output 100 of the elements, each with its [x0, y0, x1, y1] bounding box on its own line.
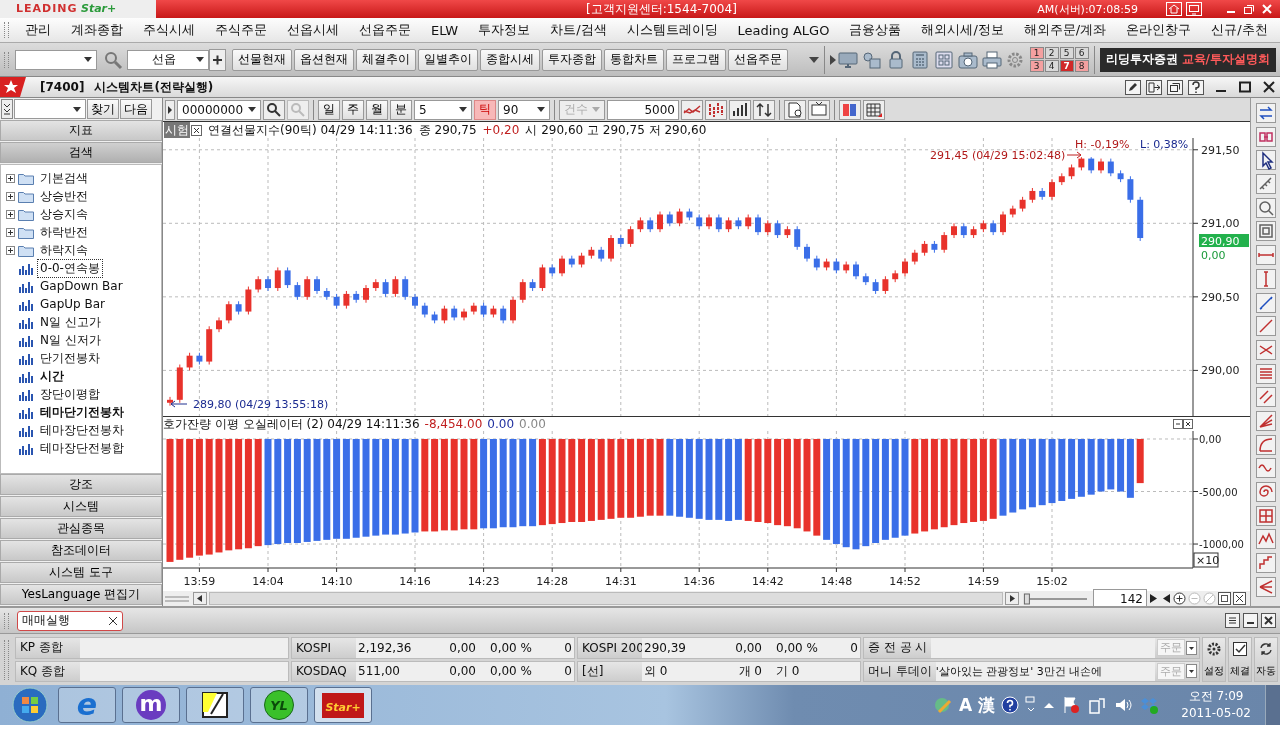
screen-button[interactable]: 프로그램 [666, 48, 726, 71]
tree-item[interactable]: GapDown Bar [37, 278, 126, 294]
screen-button[interactable]: 통합차트 [604, 48, 664, 71]
section-header[interactable]: 참조데이터 [0, 540, 162, 561]
screen-button[interactable]: 종합시세 [480, 48, 540, 71]
menu-item[interactable]: 관리 [15, 21, 61, 39]
tick-combo[interactable]: 90 [498, 99, 550, 120]
clock-time[interactable]: 오전 7:09 [1188, 688, 1244, 705]
promo-banner[interactable]: 리딩투자증권 교육/투자설명회 [1099, 47, 1276, 72]
time-label: 14:52 [889, 575, 921, 588]
clock-date[interactable]: 2011-05-02 [1181, 705, 1251, 722]
screen-button[interactable]: 체결추이 [356, 48, 416, 71]
tree-item[interactable]: 시간 [37, 366, 67, 386]
tree-item[interactable]: 테마장단전봉합 [37, 438, 127, 458]
tree-item[interactable]: 테마장단전봉차 [37, 420, 127, 440]
screen-number: [7400] [40, 80, 85, 94]
menu-item[interactable]: 투자정보 [468, 21, 541, 39]
section-header[interactable]: 관심종목 [0, 518, 162, 539]
section-header[interactable]: YesLanguage 편집기 [0, 584, 162, 605]
tab[interactable]: 매매실행 [17, 610, 123, 631]
period-button[interactable]: 분 [390, 99, 412, 120]
tree-item[interactable]: 상승반전 [37, 186, 91, 206]
banner-text: 리딩투자증권 [1105, 51, 1178, 68]
menu-item[interactable]: 해외주문/계좌 [1013, 21, 1117, 39]
side-button[interactable]: 자동 [1254, 637, 1278, 682]
ime-indicator[interactable]: 漢 [978, 693, 996, 717]
screen-button[interactable]: 선물현재 [232, 48, 292, 71]
section-header[interactable]: 지표 [0, 120, 162, 141]
layout-key[interactable]: 3 [1029, 60, 1044, 72]
menu-item[interactable]: 선옵주문 [349, 21, 421, 39]
menu-item[interactable]: 주식주문 [205, 21, 277, 39]
layout-key[interactable]: 7 [1059, 60, 1074, 72]
side-button[interactable]: 체결 [1228, 637, 1252, 682]
layout-key[interactable]: 4 [1044, 60, 1059, 72]
layout-key[interactable]: 8 [1074, 60, 1089, 72]
minute-combo[interactable]: 5 [414, 99, 472, 120]
tree-item[interactable]: 하락반전 [37, 222, 91, 242]
period-button[interactable]: 일 [318, 99, 340, 120]
menu-item[interactable]: 온라인창구 [1116, 21, 1202, 39]
time-label: 14:31 [604, 575, 637, 588]
section-header[interactable]: 강조 [0, 474, 162, 495]
menu-item[interactable]: ELW [421, 22, 469, 38]
market-combo[interactable]: 선옵 [127, 49, 209, 70]
menu-item[interactable]: 해외시세/정보 [911, 21, 1014, 39]
tree-item[interactable]: 상승지속 [37, 204, 91, 224]
menu-item[interactable]: 차트/검색 [540, 21, 617, 39]
screen-button[interactable]: 선옵주문 [728, 48, 788, 71]
find-button[interactable]: 찾기 [87, 99, 119, 119]
tree-item[interactable]: N일 신고가 [37, 312, 104, 332]
tick-button[interactable]: 틱 [474, 99, 496, 120]
section-header[interactable]: 검색 [0, 142, 162, 163]
tree-item[interactable]: 테마단기전봉차 [37, 402, 127, 422]
menu-item[interactable]: Leading ALGO [727, 22, 840, 38]
index-name: KQ 종합 [19, 662, 67, 680]
layout-key[interactable]: 5 [1059, 47, 1074, 59]
section-header[interactable]: 시스템 도구 [0, 562, 162, 583]
layout-key[interactable]: 1 [1029, 47, 1044, 59]
period-button[interactable]: 월 [366, 99, 388, 120]
section-header[interactable]: 시스템 [0, 496, 162, 517]
bar-count-field[interactable]: 142 [1093, 588, 1147, 609]
tree-item[interactable]: N일 신저가 [37, 330, 104, 350]
layout-key[interactable]: 6 [1074, 47, 1089, 59]
menu-item[interactable]: 시스템트레이딩 [616, 21, 728, 39]
tree-item[interactable]: GapUp Bar [37, 296, 108, 312]
code-combo[interactable]: 00000000 [177, 99, 261, 120]
menu-item[interactable]: 금융상품 [839, 21, 912, 39]
taskbar-button[interactable]: Star+ [314, 687, 372, 723]
legend-text: 호가잔량 이평 오실레이터 (2) 04/29 14:11:36 [163, 415, 420, 433]
taskbar-button[interactable]: YL [250, 687, 308, 723]
count-field[interactable]: 5000 [607, 99, 679, 120]
menu-item[interactable]: 계좌종합 [61, 21, 133, 39]
index-value: 0,00 % [775, 640, 819, 655]
high-percent: H: -0,19% [1075, 138, 1130, 151]
support-center-text: [고객지원센터:1544-7004] [586, 0, 737, 18]
ime-indicator[interactable]: A [959, 695, 973, 715]
news-headline[interactable]: '살아있는 관광정보' 3만건 내손에 [935, 663, 1103, 679]
period-button[interactable]: 주 [342, 99, 364, 120]
legend-text: 0.00 [487, 417, 515, 431]
taskbar-button[interactable]: m [122, 687, 180, 723]
screen-button[interactable]: 투자종합 [542, 48, 602, 71]
menu-item[interactable]: 주식시세 [133, 21, 205, 39]
time-label: 14:42 [751, 575, 784, 588]
layout-key[interactable]: 2 [1044, 47, 1059, 59]
banner-link[interactable]: 교육/투자설명회 [1181, 51, 1270, 68]
menu-item[interactable]: 신규/추천 [1201, 21, 1278, 39]
tree-item[interactable]: 0-0-연속봉 [37, 258, 103, 278]
side-button[interactable]: 설정 [1202, 637, 1226, 682]
tree-item[interactable]: 장단이평합 [37, 384, 103, 404]
screen-button[interactable]: 일별추이 [418, 48, 478, 71]
tree-item[interactable]: 단기전봉차 [37, 348, 103, 368]
tree-item[interactable]: 하락지속 [37, 240, 91, 260]
scale-label: ×10 [1193, 552, 1220, 568]
legend-text: 종 290,75 [418, 121, 477, 139]
tree-item[interactable]: 기본검색 [37, 168, 91, 188]
next-button[interactable]: 다음 [120, 99, 152, 119]
screen-button[interactable]: 옵션현재 [294, 48, 354, 71]
axis-label: 291,50 [1201, 143, 1240, 157]
index-value: 511,00 [357, 664, 401, 679]
menu-item[interactable]: 선옵시세 [277, 21, 349, 39]
index-name: KOSPI [295, 640, 333, 655]
